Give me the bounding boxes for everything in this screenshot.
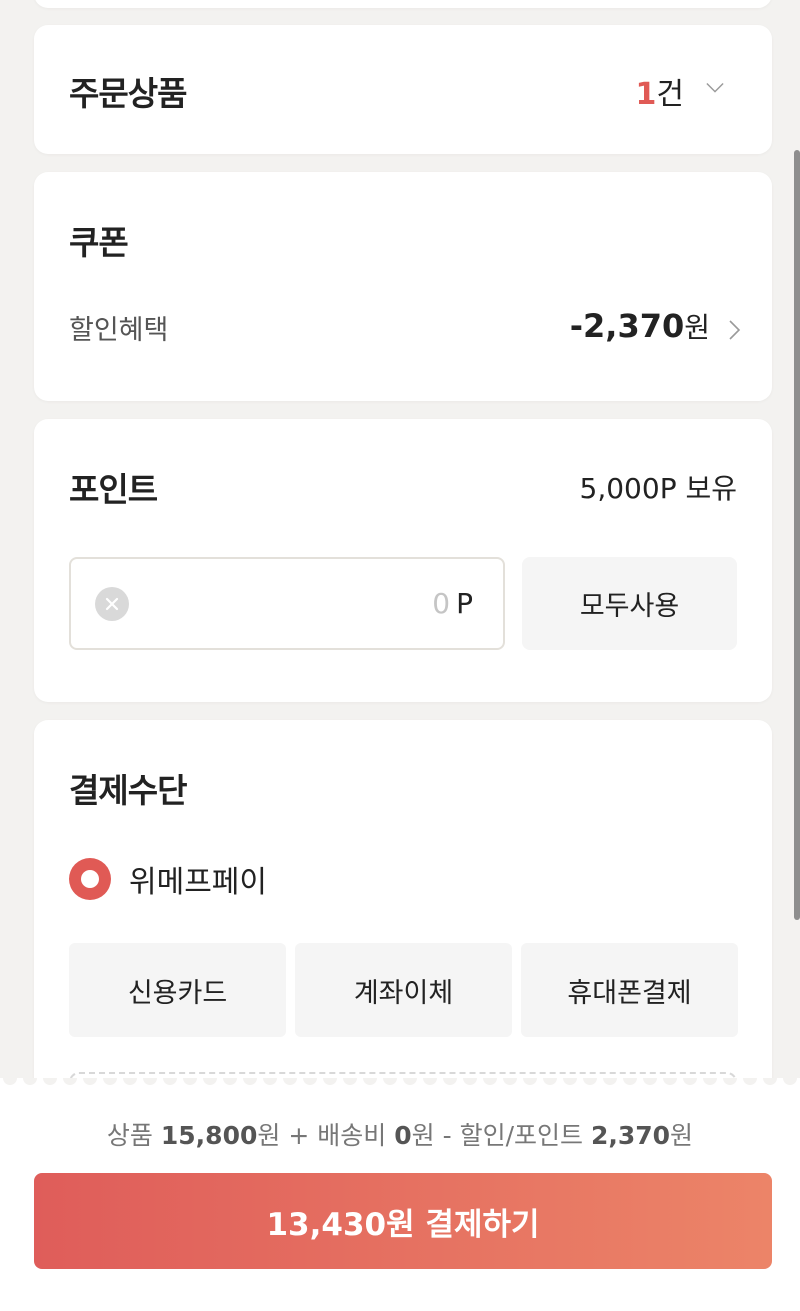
summary-won-3: 원 — [670, 1121, 694, 1150]
chevron-down-icon[interactable] — [706, 79, 724, 97]
point-input-number: 0 — [432, 587, 451, 620]
summary-discount-label: 할인/포인트 — [459, 1121, 584, 1150]
summary-shipping-label: 배송비 — [317, 1121, 387, 1150]
point-input[interactable]: 0P — [69, 557, 505, 650]
scrollbar[interactable] — [794, 150, 800, 920]
summary-won-2: 원 — [411, 1121, 435, 1150]
clear-icon[interactable] — [95, 587, 129, 621]
coupon-card: 쿠폰 할인혜택 -2,370원 — [34, 172, 772, 401]
summary-product-label: 상품 — [106, 1121, 153, 1150]
order-items-title: 주문상품 — [69, 74, 187, 113]
point-input-value: 0P — [432, 587, 473, 620]
credit-card-button[interactable]: 신용카드 — [69, 943, 286, 1037]
bank-transfer-button[interactable]: 계좌이체 — [295, 943, 512, 1037]
discount-amount: -2,370 — [569, 307, 685, 345]
checkout-bar: 상품 15,800원 + 배송비 0원 - 할인/포인트 2,370원 13,4… — [0, 1078, 800, 1311]
scalloped-edge — [0, 1078, 800, 1094]
chevron-right-icon[interactable] — [728, 320, 742, 340]
price-summary: 상품 15,800원 + 배송비 0원 - 할인/포인트 2,370원 — [0, 1116, 800, 1152]
summary-plus: + — [288, 1121, 310, 1150]
summary-shipping-amount: 0 — [394, 1121, 412, 1150]
order-items-count: 1건 — [636, 69, 684, 113]
previous-card — [34, 0, 772, 8]
point-card: 포인트 5,000P 보유 0P 모두사용 — [34, 419, 772, 702]
point-balance: 5,000P 보유 — [579, 472, 737, 505]
coupon-title: 쿠폰 — [69, 223, 129, 262]
discount-benefit-value[interactable]: -2,370원 — [570, 306, 710, 346]
point-input-unit: P — [456, 587, 473, 620]
use-all-points-button[interactable]: 모두사용 — [522, 557, 737, 650]
summary-product-amount: 15,800 — [160, 1121, 258, 1150]
order-count-unit: 건 — [656, 77, 684, 112]
order-items-card[interactable]: 주문상품 1건 — [34, 25, 772, 154]
checkout-button[interactable]: 13,430원 결제하기 — [34, 1173, 772, 1269]
payment-method-title: 결제수단 — [69, 771, 187, 810]
wemakeprice-pay-label: 위메프페이 — [129, 865, 267, 900]
point-title: 포인트 — [69, 470, 158, 509]
summary-minus: - — [442, 1121, 452, 1150]
payment-method-card: 결제수단 위메프페이 신용카드 계좌이체 휴대폰결제 — [34, 720, 772, 1140]
order-count-number: 1 — [635, 77, 657, 112]
discount-benefit-label: 할인혜택 — [69, 315, 169, 346]
summary-discount-amount: 2,370 — [590, 1121, 671, 1150]
summary-won-1: 원 — [257, 1121, 281, 1150]
radio-selected-icon[interactable] — [69, 858, 111, 900]
wemakeprice-pay-option[interactable]: 위메프페이 — [69, 857, 267, 901]
mobile-payment-button[interactable]: 휴대폰결제 — [521, 943, 738, 1037]
discount-unit: 원 — [684, 311, 710, 344]
